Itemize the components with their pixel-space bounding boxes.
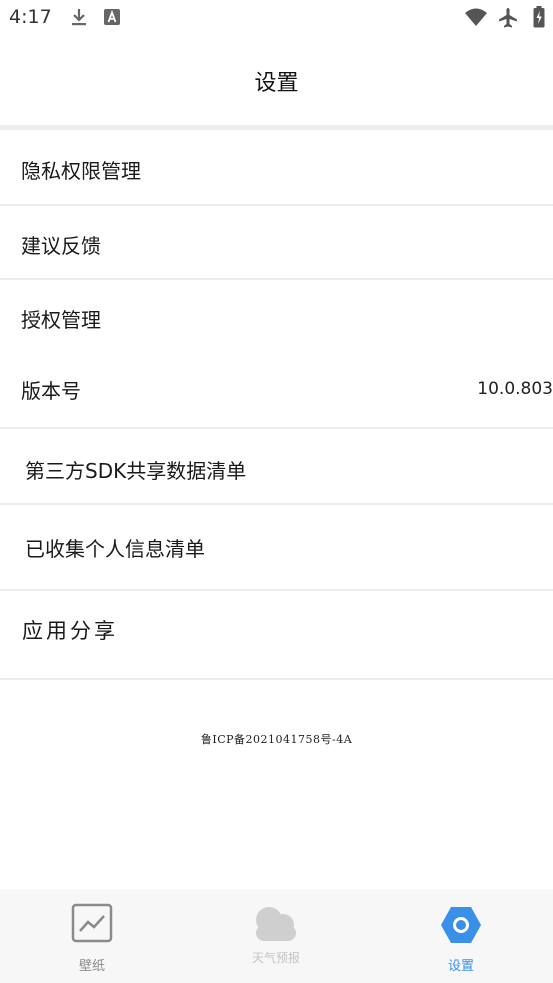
settings-item-feedback[interactable]: 建议反馈 — [0, 210, 553, 278]
tab-settings[interactable]: 设置 — [369, 889, 553, 983]
divider — [0, 427, 553, 429]
settings-item-authorization[interactable]: 授权管理 — [0, 284, 553, 352]
divider — [0, 204, 553, 206]
settings-item-share-app[interactable]: 应用分享 — [0, 595, 553, 665]
divider — [0, 589, 553, 591]
settings-item-personal-info-list[interactable]: 已收集个人信息清单 — [0, 510, 553, 584]
divider — [0, 678, 553, 680]
status-bar: 4:17 — [0, 0, 553, 36]
settings-item-label: 授权管理 — [21, 307, 101, 332]
settings-item-label: 版本号 — [21, 378, 81, 403]
settings-item-label: 已收集个人信息清单 — [25, 536, 205, 561]
title-bar: 设置 — [0, 36, 553, 126]
settings-item-label: 第三方SDK共享数据清单 — [25, 458, 247, 483]
tab-label: 设置 — [447, 959, 474, 974]
tab-label: 壁纸 — [78, 959, 105, 974]
image-icon — [71, 903, 113, 943]
download-icon — [72, 9, 86, 26]
icp-record[interactable]: 鲁ICP备2021041758号-4A — [0, 731, 553, 747]
settings-item-privacy-permissions[interactable]: 隐私权限管理 — [0, 134, 553, 204]
title-divider — [0, 125, 553, 130]
divider — [0, 503, 553, 505]
settings-item-label: 应用分享 — [22, 619, 118, 643]
tab-weather[interactable]: 天气预报 — [184, 889, 368, 983]
bottom-tab-bar: 壁纸 天气预报 设置 — [0, 889, 553, 983]
airplane-icon — [499, 8, 517, 28]
settings-hexagon-icon — [441, 907, 481, 943]
settings-item-label: 隐私权限管理 — [21, 158, 141, 183]
cloud-icon — [256, 907, 296, 941]
status-time: 4:17 — [9, 6, 52, 28]
a-badge-icon — [104, 9, 120, 25]
settings-item-label: 建议反馈 — [21, 233, 101, 258]
page-title: 设置 — [254, 71, 299, 96]
settings-item-third-party-sdk-list[interactable]: 第三方SDK共享数据清单 — [0, 434, 553, 504]
version-value: 10.0.803 — [477, 379, 553, 399]
divider — [0, 278, 553, 280]
settings-item-version: 版本号 10.0.803 — [0, 354, 553, 424]
tab-wallpaper[interactable]: 壁纸 — [0, 889, 184, 983]
battery-charging-icon — [533, 6, 545, 28]
wifi-icon — [465, 8, 487, 26]
tab-label: 天气预报 — [251, 951, 300, 965]
